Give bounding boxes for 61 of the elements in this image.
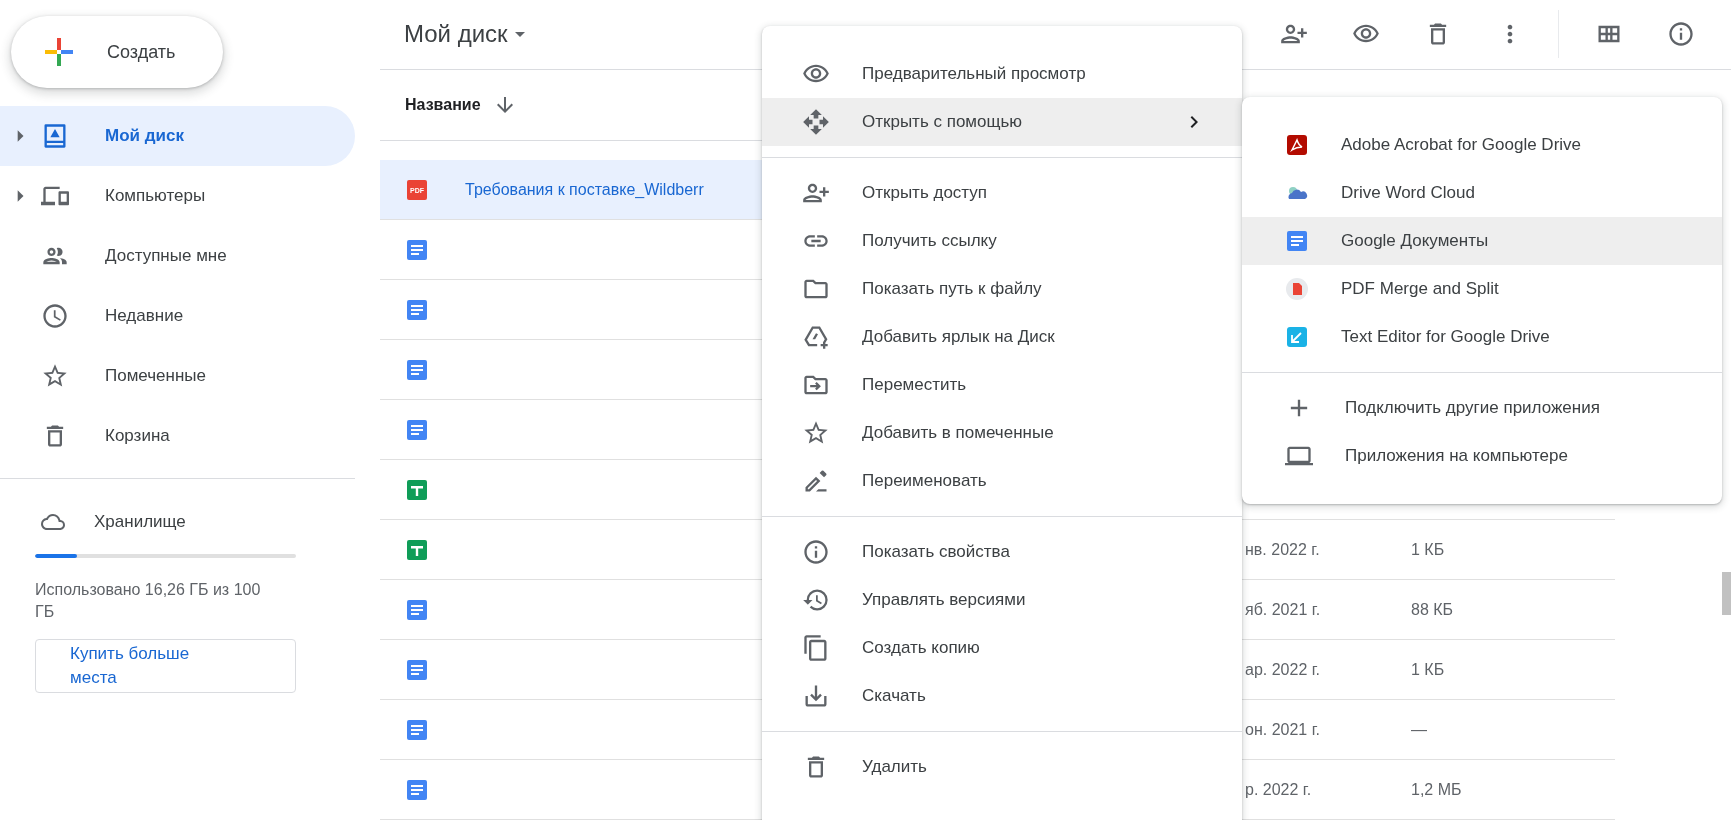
menu-item[interactable]: Добавить ярлык на Диск xyxy=(762,313,1242,361)
menu-item[interactable]: Adobe Acrobat for Google Drive xyxy=(1242,121,1722,169)
file-size: 1,2 МБ xyxy=(1411,780,1462,798)
document-file-icon xyxy=(405,417,429,442)
document-file-icon xyxy=(405,297,429,322)
menu-item[interactable]: Открыть доступ xyxy=(762,169,1242,217)
document-file-icon xyxy=(405,597,429,622)
page-title: Мой диск xyxy=(404,20,508,49)
file-name: Требования к поставке_Wildberr xyxy=(465,180,704,198)
storage-usage-text: Использовано 16,26 ГБ из 100 ГБ xyxy=(35,580,262,622)
four-arrows-icon xyxy=(802,108,830,136)
modified-date: р. 2022 г. xyxy=(1245,780,1312,798)
modified-date: нв. 2022 г. xyxy=(1245,540,1320,558)
menu-item[interactable]: Text Editor for Google Drive xyxy=(1242,313,1722,361)
menu-item[interactable]: Предварительный просмотр xyxy=(762,50,1242,98)
scrollbar-thumb[interactable] xyxy=(1722,572,1731,615)
spreadsheet-file-icon xyxy=(405,477,429,502)
menu-item[interactable]: Подключить другие приложения xyxy=(1242,384,1722,432)
menu-item[interactable]: Google Документы xyxy=(1242,217,1722,265)
sidebar-item[interactable]: Доступные мне xyxy=(0,226,355,286)
acrobat-app-icon xyxy=(1285,133,1309,157)
sidebar-item[interactable]: Корзина xyxy=(0,406,355,466)
buy-storage-button[interactable]: Купить больше места xyxy=(35,639,296,693)
modified-date: он. 2021 г. xyxy=(1245,720,1320,738)
file-size: 1 КБ xyxy=(1411,540,1445,558)
text-editor-app-icon xyxy=(1285,325,1309,349)
sidebar-item[interactable]: Мой диск xyxy=(0,106,355,166)
storage-label: Хранилище xyxy=(94,512,186,532)
document-app-icon xyxy=(1285,229,1309,253)
info-icon xyxy=(802,538,830,566)
menu-item[interactable]: Переименовать xyxy=(762,457,1242,505)
sidebar-item[interactable]: Недавние xyxy=(0,286,355,346)
info-icon[interactable] xyxy=(1667,20,1695,49)
pdf-app-icon xyxy=(1285,277,1309,301)
document-file-icon xyxy=(405,777,429,802)
create-button[interactable]: Создать xyxy=(11,16,223,88)
menu-item[interactable]: Открыть с помощью xyxy=(762,98,1242,146)
clock-icon xyxy=(41,302,69,330)
document-file-icon xyxy=(405,657,429,682)
menu-item[interactable]: Переместить xyxy=(762,361,1242,409)
menu-item[interactable]: Показать свойства xyxy=(762,528,1242,576)
spreadsheet-file-icon xyxy=(405,537,429,562)
document-file-icon xyxy=(405,717,429,742)
menu-item[interactable]: Drive Word Cloud xyxy=(1242,169,1722,217)
menu-item[interactable]: Приложения на компьютере xyxy=(1242,432,1722,480)
file-size: 88 КБ xyxy=(1411,600,1454,618)
file-size: — xyxy=(1411,720,1427,738)
menu-item[interactable]: Получить ссылку xyxy=(762,217,1242,265)
sidebar-item[interactable]: Помеченные xyxy=(0,346,355,406)
document-file-icon xyxy=(405,237,429,262)
copy-icon xyxy=(802,634,830,662)
document-file-icon xyxy=(405,357,429,382)
file-size: 1 КБ xyxy=(1411,660,1445,678)
menu-item[interactable]: Создать копию xyxy=(762,624,1242,672)
modified-date: ар. 2022 г. xyxy=(1245,660,1321,678)
column-header[interactable]: Название xyxy=(405,95,481,114)
menu-item[interactable]: Добавить в помеченные xyxy=(762,409,1242,457)
menu-item[interactable]: PDF Merge and Split xyxy=(1242,265,1722,313)
sidebar-item[interactable]: Компьютеры xyxy=(0,166,355,226)
menu-item[interactable]: Показать путь к файлу xyxy=(762,265,1242,313)
modified-date: яб. 2021 г. xyxy=(1245,600,1321,618)
